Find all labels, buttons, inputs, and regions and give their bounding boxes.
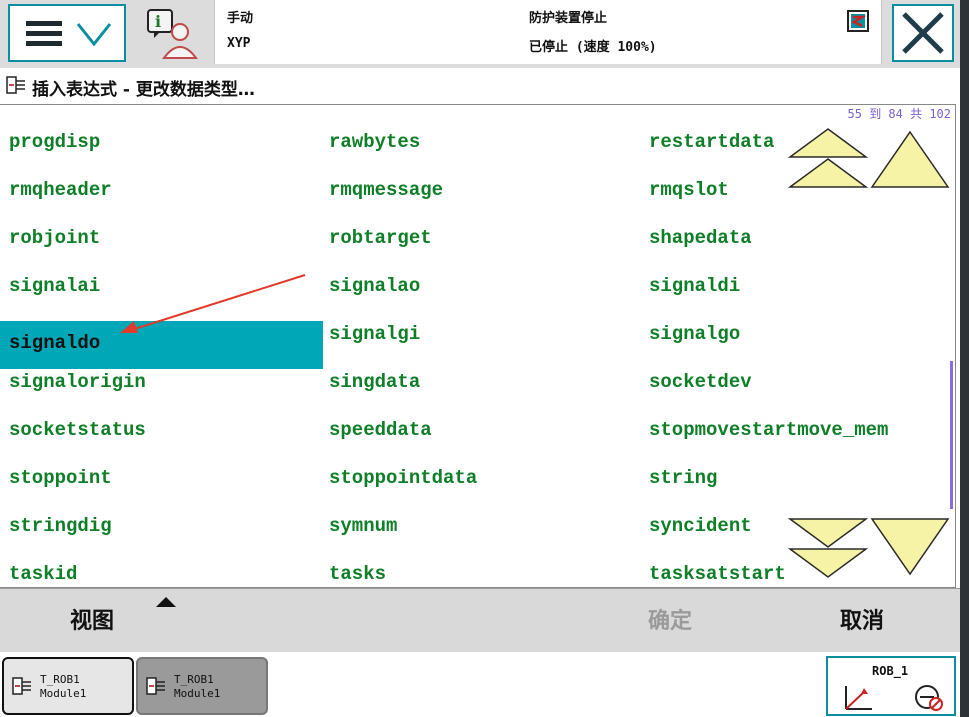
task-tab-module: Module1: [174, 687, 221, 700]
view-button[interactable]: 视图: [70, 603, 114, 635]
ok-button[interactable]: 确定: [648, 603, 692, 635]
event-log-icon[interactable]: i: [140, 6, 200, 62]
quickset-button[interactable]: ROB_1: [826, 656, 956, 716]
flexpendant-screen: i 手动 XYP 防护装置停止 已停止 (速度 100%) 插入表达式 - 更改…: [0, 0, 960, 717]
cancel-button[interactable]: 取消: [840, 603, 884, 635]
run-state: 已停止 (速度 100%): [529, 40, 657, 55]
list-item-symnum[interactable]: symnum: [320, 506, 640, 552]
main-menu-button[interactable]: [8, 4, 126, 62]
list-item-singdata[interactable]: singdata: [320, 362, 640, 408]
list-item-signalai[interactable]: signalai: [0, 266, 323, 312]
list-item-rawbytes[interactable]: rawbytes: [320, 122, 640, 168]
dialog-title: 插入表达式 - 更改数据类型…: [32, 80, 255, 100]
list-item-shapedata[interactable]: shapedata: [640, 218, 955, 264]
list-item-rmqheader[interactable]: rmqheader: [0, 170, 323, 216]
list-item-socketdev[interactable]: socketdev: [640, 362, 955, 408]
scroll-down-button[interactable]: [870, 515, 950, 577]
task-tab[interactable]: T_ROB1 Module1: [136, 657, 268, 715]
list-item-signalgo[interactable]: signalgo: [640, 314, 955, 360]
list-counter: 55 到 84 共 102: [847, 107, 951, 121]
command-bar: 视图 确定 取消: [0, 588, 960, 653]
list-item-signalgi[interactable]: signalgi: [320, 314, 640, 360]
task-tab-task: T_ROB1: [40, 673, 80, 686]
list-item-tasks[interactable]: tasks: [320, 554, 640, 587]
svg-text:i: i: [155, 12, 161, 31]
caret-up-icon: [156, 597, 176, 607]
increment-off-icon: [915, 685, 943, 711]
list-item-signaldi[interactable]: signaldi: [640, 266, 955, 312]
list-item-stringdig[interactable]: stringdig: [0, 506, 323, 552]
list-item-string[interactable]: string: [640, 458, 955, 504]
close-icon: [902, 12, 944, 54]
scroll-up-button[interactable]: [870, 129, 950, 191]
data-type-list[interactable]: 55 到 84 共 102 progdisp rawbytes restartdat…: [0, 104, 956, 588]
safety-status: 防护装置停止: [529, 11, 608, 26]
program-editor-icon: [12, 677, 31, 695]
operating-mode: 手动: [227, 11, 254, 26]
task-tab-task: T_ROB1: [174, 673, 214, 686]
program-editor-icon: [6, 76, 25, 94]
window-edge: [960, 0, 969, 717]
list-item-stoppointdata[interactable]: stoppointdata: [320, 458, 640, 504]
close-button[interactable]: [892, 4, 954, 62]
top-bar: i 手动 XYP 防护装置停止 已停止 (速度 100%): [0, 0, 960, 68]
motors-status-icon: [847, 10, 869, 32]
list-item-stopmovestartmove-mem[interactable]: stopmovestartmove_mem: [640, 410, 955, 456]
status-panel[interactable]: 手动 XYP 防护装置停止 已停止 (速度 100%): [214, 0, 882, 64]
list-item-signalao[interactable]: signalao: [320, 266, 640, 312]
list-item-socketstatus[interactable]: socketstatus: [0, 410, 323, 456]
list-item-signalorigin[interactable]: signalorigin: [0, 362, 323, 408]
program-editor-icon: [146, 677, 165, 695]
scroll-position-indicator: [950, 361, 953, 509]
jog-axes-icon: [845, 686, 872, 710]
page-down-button[interactable]: [786, 515, 870, 581]
list-item-rmqmessage[interactable]: rmqmessage: [320, 170, 640, 216]
list-item-speeddata[interactable]: speeddata: [320, 410, 640, 456]
mechanical-unit-label: ROB_1: [872, 664, 909, 678]
list-item-taskid[interactable]: taskid: [0, 554, 323, 587]
system-name: XYP: [227, 36, 251, 51]
page-up-button[interactable]: [786, 125, 870, 191]
dialog-title-bar: 插入表达式 - 更改数据类型…: [0, 68, 960, 104]
task-tab-module: Module1: [40, 687, 87, 700]
task-tab-active[interactable]: T_ROB1 Module1: [2, 657, 134, 715]
list-item-robjoint[interactable]: robjoint: [0, 218, 323, 264]
list-item-stoppoint[interactable]: stoppoint: [0, 458, 323, 504]
task-bar: T_ROB1 Module1 T_ROB1 Module1 ROB_1: [0, 652, 960, 717]
hamburger-menu-icon: [26, 21, 112, 47]
list-item-progdisp[interactable]: progdisp: [0, 122, 323, 168]
list-item-robtarget[interactable]: robtarget: [320, 218, 640, 264]
